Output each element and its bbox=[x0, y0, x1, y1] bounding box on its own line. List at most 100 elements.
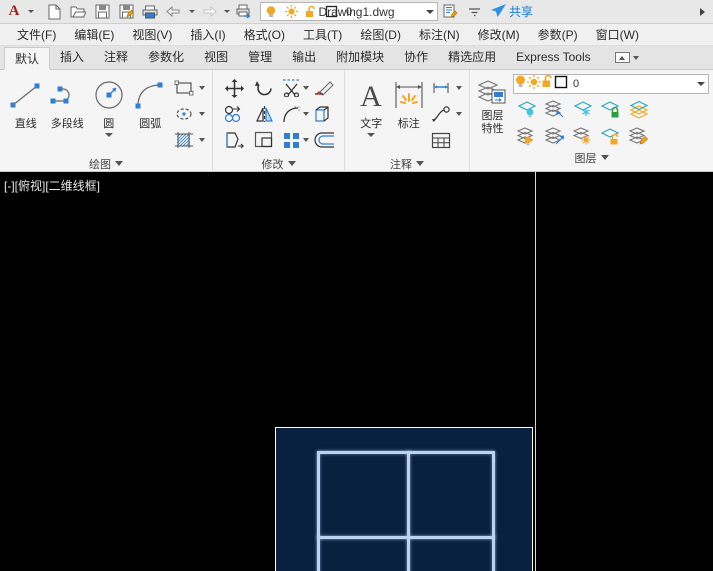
trim-tool-button[interactable] bbox=[281, 76, 311, 100]
explode-tool-button[interactable] bbox=[311, 102, 337, 126]
tab-view[interactable]: 视图 bbox=[194, 46, 238, 69]
text-tool-button[interactable]: A 文字 bbox=[353, 74, 390, 137]
menu-item-view[interactable]: 视图(V) bbox=[123, 24, 181, 46]
menu-item-insert[interactable]: 插入(I) bbox=[181, 24, 234, 46]
new-file-icon[interactable] bbox=[42, 1, 66, 23]
layer-color-swatch-icon[interactable] bbox=[554, 75, 568, 94]
layer-properties-icon[interactable] bbox=[438, 1, 462, 23]
layer-unlock-tool-button[interactable] bbox=[597, 123, 625, 149]
undo-caret-icon[interactable] bbox=[186, 1, 197, 23]
layer-combo[interactable]: 0 bbox=[513, 74, 709, 94]
layer-unisolate-tool-button[interactable] bbox=[541, 123, 569, 149]
panel-layers-label[interactable]: 图层 bbox=[470, 149, 713, 166]
layer-properties-button[interactable]: 图层 特性 bbox=[474, 74, 511, 136]
panel-draw-caret-icon[interactable] bbox=[115, 161, 123, 166]
ellipse-caret-icon[interactable] bbox=[197, 112, 207, 116]
layer-thaw-sun-icon[interactable] bbox=[527, 74, 541, 94]
layer-off-tool-button[interactable] bbox=[513, 96, 541, 122]
quick-layer-combo[interactable]: 0 bbox=[260, 2, 438, 21]
tab-featured-apps[interactable]: 精选应用 bbox=[438, 46, 506, 69]
layer-thaw-sun-icon[interactable] bbox=[281, 3, 301, 20]
dimension-style-tool-button[interactable] bbox=[428, 76, 464, 100]
layer-isolate-tool-button[interactable] bbox=[541, 96, 569, 122]
panel-modify-label[interactable]: 修改 bbox=[213, 155, 344, 172]
line-tool-button[interactable]: 直线 bbox=[5, 74, 47, 131]
save-as-icon[interactable] bbox=[114, 1, 138, 23]
qat-more-caret-icon[interactable] bbox=[462, 1, 486, 23]
circle-tool-button[interactable]: 圆 bbox=[88, 74, 130, 137]
open-folder-icon[interactable] bbox=[66, 1, 90, 23]
rectangle-tool-button[interactable] bbox=[171, 76, 207, 100]
tab-express-tools[interactable]: Express Tools bbox=[506, 46, 600, 69]
print-icon[interactable] bbox=[138, 1, 162, 23]
layer-on-bulb-icon[interactable] bbox=[514, 74, 527, 94]
layer-freeze-tool-button[interactable] bbox=[569, 96, 597, 122]
polyline-tool-button[interactable]: 多段线 bbox=[47, 74, 89, 131]
layer-match-tool-button[interactable] bbox=[625, 123, 653, 149]
viewport-label[interactable]: [-][俯视][二维线框] bbox=[4, 177, 100, 194]
share-button[interactable]: 共享 bbox=[490, 3, 533, 21]
fillet-caret-icon[interactable] bbox=[302, 112, 310, 116]
tab-output[interactable]: 输出 bbox=[282, 46, 326, 69]
tab-collaborate[interactable]: 协作 bbox=[394, 46, 438, 69]
save-icon[interactable] bbox=[90, 1, 114, 23]
array-caret-icon[interactable] bbox=[302, 138, 310, 142]
layer-turn-on-tool-button[interactable] bbox=[513, 123, 541, 149]
layer-unlock-icon[interactable] bbox=[301, 3, 321, 20]
table-tool-button[interactable] bbox=[428, 128, 454, 152]
app-menu-caret-icon[interactable] bbox=[25, 1, 36, 23]
scale-tool-button[interactable] bbox=[251, 128, 277, 152]
trim-caret-icon[interactable] bbox=[302, 86, 310, 90]
hatch-tool-button[interactable] bbox=[171, 128, 207, 152]
ribbon-minimize-icon[interactable] bbox=[614, 52, 630, 63]
hatch-caret-icon[interactable] bbox=[197, 138, 207, 142]
menu-item-file[interactable]: 文件(F) bbox=[8, 24, 65, 46]
tab-parametric[interactable]: 参数化 bbox=[138, 46, 194, 69]
ribbon-minimize-caret-icon[interactable] bbox=[632, 55, 639, 60]
chevron-down-icon[interactable] bbox=[423, 3, 437, 20]
rotate-tool-button[interactable] bbox=[251, 76, 277, 100]
layer-thaw-tool-button[interactable] bbox=[569, 123, 597, 149]
panel-layers-caret-icon[interactable] bbox=[600, 155, 609, 160]
layer-make-current-tool-button[interactable] bbox=[625, 96, 653, 122]
stretch-tool-button[interactable] bbox=[221, 128, 247, 152]
dimension-tool-button[interactable]: 标注 bbox=[390, 74, 428, 131]
tab-addins[interactable]: 附加模块 bbox=[326, 46, 394, 69]
app-logo-icon[interactable]: A bbox=[3, 1, 25, 23]
menu-item-window[interactable]: 窗口(W) bbox=[587, 24, 648, 46]
leader-caret-icon[interactable] bbox=[454, 112, 464, 116]
move-tool-button[interactable] bbox=[221, 76, 247, 100]
text-tool-caret-icon[interactable] bbox=[367, 133, 376, 137]
panel-annotation-label[interactable]: 注释 bbox=[345, 155, 469, 172]
tab-manage[interactable]: 管理 bbox=[238, 46, 282, 69]
layer-color-swatch-icon[interactable] bbox=[321, 3, 341, 20]
title-overflow-caret-icon[interactable] bbox=[695, 1, 709, 23]
offset-tool-button[interactable] bbox=[311, 128, 337, 152]
menu-item-draw[interactable]: 绘图(D) bbox=[351, 24, 410, 46]
panel-draw-label[interactable]: 绘图 bbox=[0, 155, 212, 172]
ribbon-minimize-control[interactable] bbox=[614, 46, 639, 69]
panel-modify-caret-icon[interactable] bbox=[287, 161, 296, 166]
redo-caret-icon[interactable] bbox=[221, 1, 232, 23]
leader-tool-button[interactable] bbox=[428, 102, 464, 126]
array-tool-button[interactable] bbox=[281, 128, 311, 152]
redo-icon[interactable] bbox=[197, 1, 221, 23]
drawing-canvas[interactable]: [-][俯视][二维线框] 指定对角点: bbox=[0, 172, 713, 571]
erase-tool-button[interactable] bbox=[311, 76, 337, 100]
rectangle-caret-icon[interactable] bbox=[197, 86, 207, 90]
circle-tool-caret-icon[interactable] bbox=[104, 133, 113, 137]
dimension-style-caret-icon[interactable] bbox=[454, 86, 464, 90]
tab-default[interactable]: 默认 bbox=[4, 47, 51, 70]
tab-insert[interactable]: 插入 bbox=[50, 46, 94, 69]
undo-icon[interactable] bbox=[162, 1, 186, 23]
menu-item-edit[interactable]: 编辑(E) bbox=[65, 24, 123, 46]
mirror-tool-button[interactable] bbox=[251, 102, 277, 126]
tab-annotate[interactable]: 注释 bbox=[94, 46, 138, 69]
menu-item-format[interactable]: 格式(O) bbox=[235, 24, 294, 46]
layer-lock-tool-button[interactable] bbox=[597, 96, 625, 122]
menu-item-tools[interactable]: 工具(T) bbox=[294, 24, 351, 46]
layer-unlock-icon[interactable] bbox=[541, 74, 554, 94]
layer-combo-chevron-icon[interactable] bbox=[694, 76, 708, 93]
layer-on-bulb-icon[interactable] bbox=[261, 3, 281, 20]
plot-icon[interactable] bbox=[232, 1, 256, 23]
